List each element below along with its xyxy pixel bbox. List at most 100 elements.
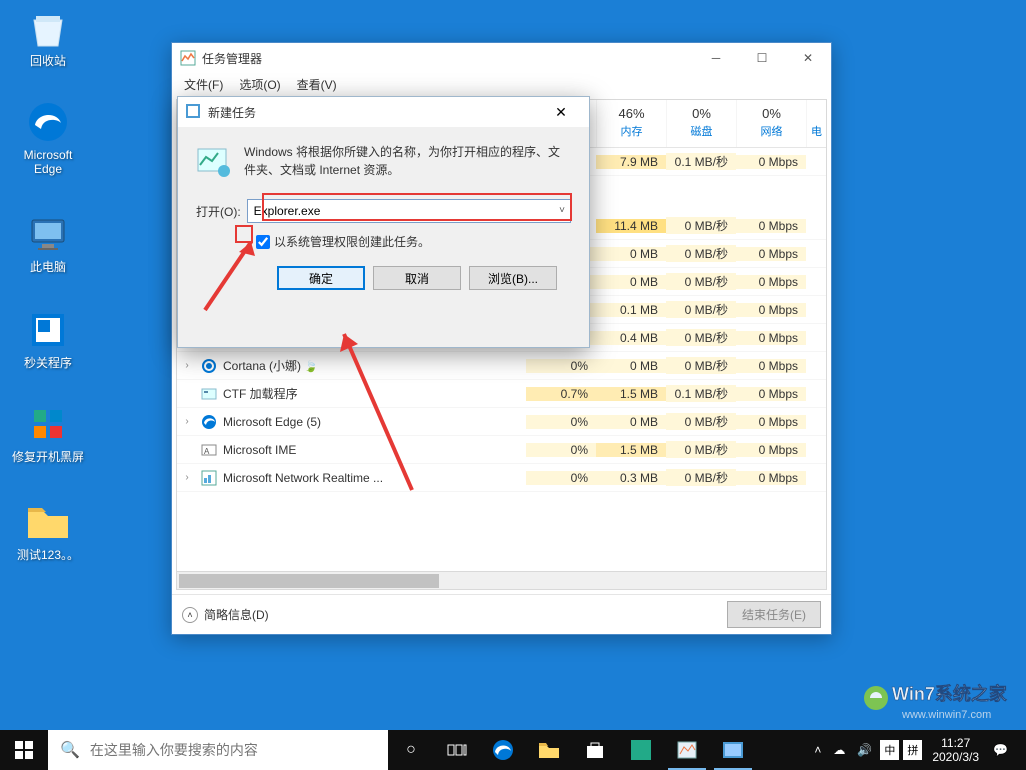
- cell-network: 0 Mbps: [736, 443, 806, 457]
- cell-memory: 0.1 MB: [596, 303, 666, 317]
- admin-checkbox-row[interactable]: 以系统管理权限创建此任务。: [256, 233, 571, 250]
- recycle-bin-icon: [24, 4, 72, 52]
- table-row[interactable]: ›Microsoft Edge (5)0%0 MB0 MB/秒0 Mbps: [177, 408, 826, 436]
- search-box[interactable]: 🔍: [48, 730, 388, 770]
- cell-network: 0 Mbps: [736, 331, 806, 345]
- col-memory[interactable]: 46%内存: [596, 100, 666, 147]
- closeapp-icon: [24, 306, 72, 354]
- cell-disk: 0.1 MB/秒: [666, 385, 736, 402]
- cell-cpu: 0.7%: [526, 387, 596, 401]
- cell-disk: 0 MB/秒: [666, 245, 736, 262]
- menu-view[interactable]: 查看(V): [289, 74, 345, 95]
- cortana-icon[interactable]: ○: [388, 730, 434, 770]
- desktop-icon-pc[interactable]: 此电脑: [10, 210, 86, 274]
- maximize-button[interactable]: ☐: [739, 43, 785, 73]
- process-name: Microsoft Edge (5): [223, 415, 526, 429]
- desktop-icon-folder[interactable]: 测试123。。: [10, 498, 86, 562]
- cell-memory: 1.5 MB: [596, 443, 666, 457]
- edge-icon: [24, 98, 72, 146]
- process-icon: [201, 470, 217, 486]
- expand-icon[interactable]: ›: [177, 416, 197, 427]
- desktop-icon-fix[interactable]: 修复开机黑屏: [10, 400, 86, 464]
- ok-button[interactable]: 确定: [277, 266, 365, 290]
- fewer-details-button[interactable]: ˄简略信息(D): [182, 606, 269, 623]
- admin-checkbox[interactable]: [256, 235, 270, 249]
- cell-disk: 0 MB/秒: [666, 413, 736, 430]
- process-name: CTF 加载程序: [223, 385, 526, 402]
- new-task-dialog: 新建任务 ✕ Windows 将根据你所键入的名称，为你打开相应的程序、文件夹、…: [177, 96, 590, 348]
- taskview-icon[interactable]: [434, 730, 480, 770]
- cell-disk: 0 MB/秒: [666, 217, 736, 234]
- desktop-icon-edge[interactable]: Microsoft Edge: [10, 98, 86, 176]
- dialog-close-button[interactable]: ✕: [541, 104, 581, 121]
- open-label: 打开(O):: [196, 203, 241, 220]
- table-row[interactable]: CTF 加载程序0.7%1.5 MB0.1 MB/秒0 Mbps: [177, 380, 826, 408]
- cell-memory: 1.5 MB: [596, 387, 666, 401]
- col-power[interactable]: 电: [806, 100, 826, 147]
- menu-options[interactable]: 选项(O): [231, 74, 288, 95]
- cell-disk: 0 MB/秒: [666, 441, 736, 458]
- process-icon: [201, 358, 217, 374]
- end-task-button[interactable]: 结束任务(E): [727, 601, 821, 628]
- taskmgr-icon: [180, 50, 196, 66]
- minimize-button[interactable]: ─: [693, 43, 739, 73]
- menu-file[interactable]: 文件(F): [176, 74, 231, 95]
- taskbar-taskmgr-icon[interactable]: [664, 730, 710, 770]
- desktop-icon-close[interactable]: 秒关程序: [10, 306, 86, 370]
- process-icon: [201, 386, 217, 402]
- folder-icon: [24, 498, 72, 546]
- dialog-title: 新建任务: [208, 104, 541, 121]
- cell-cpu: 0%: [526, 471, 596, 485]
- tray-ime-pin[interactable]: 拼: [903, 740, 922, 760]
- menubar: 文件(F) 选项(O) 查看(V): [172, 73, 831, 95]
- table-row[interactable]: ›Cortana (小娜) 🍃0%0 MB0 MB/秒0 Mbps: [177, 352, 826, 380]
- computer-icon: [24, 210, 72, 258]
- taskbar-explorer-icon[interactable]: [526, 730, 572, 770]
- tray-chevron-icon[interactable]: ˄: [808, 743, 827, 757]
- tray-clock[interactable]: 11:272020/3/3: [924, 736, 987, 764]
- cell-disk: 0 MB/秒: [666, 301, 736, 318]
- cell-memory: 0 MB: [596, 359, 666, 373]
- close-button[interactable]: ✕: [785, 43, 831, 73]
- cell-cpu: 0%: [526, 359, 596, 373]
- cell-disk: 0 MB/秒: [666, 273, 736, 290]
- table-row[interactable]: AMicrosoft IME0%1.5 MB0 MB/秒0 Mbps: [177, 436, 826, 464]
- col-network[interactable]: 0%网络: [736, 100, 806, 147]
- open-input[interactable]: [247, 199, 571, 223]
- col-disk[interactable]: 0%磁盘: [666, 100, 736, 147]
- cancel-button[interactable]: 取消: [373, 266, 461, 290]
- cell-disk: 0 MB/秒: [666, 357, 736, 374]
- taskbar-app1-icon[interactable]: [618, 730, 664, 770]
- taskbar: 🔍 ○ ˄ ☁ 🔊 中 拼 11:272020/3/3 💬: [0, 730, 1026, 770]
- browse-button[interactable]: 浏览(B)...: [469, 266, 557, 290]
- cell-network: 0 Mbps: [736, 155, 806, 169]
- cell-memory: 0.3 MB: [596, 471, 666, 485]
- h-scrollbar[interactable]: [177, 571, 826, 589]
- expand-icon[interactable]: ›: [177, 360, 197, 371]
- start-button[interactable]: [0, 730, 48, 770]
- cell-network: 0 Mbps: [736, 247, 806, 261]
- cell-cpu: 0%: [526, 443, 596, 457]
- titlebar[interactable]: 任务管理器 ─ ☐ ✕: [172, 43, 831, 73]
- fix-icon: [24, 400, 72, 448]
- window-title: 任务管理器: [202, 50, 693, 67]
- cell-network: 0 Mbps: [736, 415, 806, 429]
- taskbar-store-icon[interactable]: [572, 730, 618, 770]
- desktop-icon-recycle[interactable]: 回收站: [10, 4, 86, 68]
- cell-disk: 0.1 MB/秒: [666, 153, 736, 170]
- search-input[interactable]: [90, 742, 376, 758]
- taskbar-edge-icon[interactable]: [480, 730, 526, 770]
- cell-disk: 0 MB/秒: [666, 329, 736, 346]
- tray-ime-zhong[interactable]: 中: [880, 740, 899, 760]
- table-row[interactable]: ›Microsoft Network Realtime ...0%0.3 MB0…: [177, 464, 826, 492]
- run-title-icon: [186, 104, 202, 120]
- expand-icon[interactable]: ›: [177, 472, 197, 483]
- run-icon: [196, 143, 232, 179]
- open-combobox[interactable]: ˅: [247, 199, 571, 223]
- tray-onedrive-icon[interactable]: ☁: [827, 743, 851, 757]
- taskbar-app2-icon[interactable]: [710, 730, 756, 770]
- cell-disk: 0 MB/秒: [666, 469, 736, 486]
- admin-checkbox-label: 以系统管理权限创建此任务。: [274, 233, 430, 250]
- tray-volume-icon[interactable]: 🔊: [851, 743, 878, 757]
- tray-notifications-icon[interactable]: 💬: [987, 743, 1014, 757]
